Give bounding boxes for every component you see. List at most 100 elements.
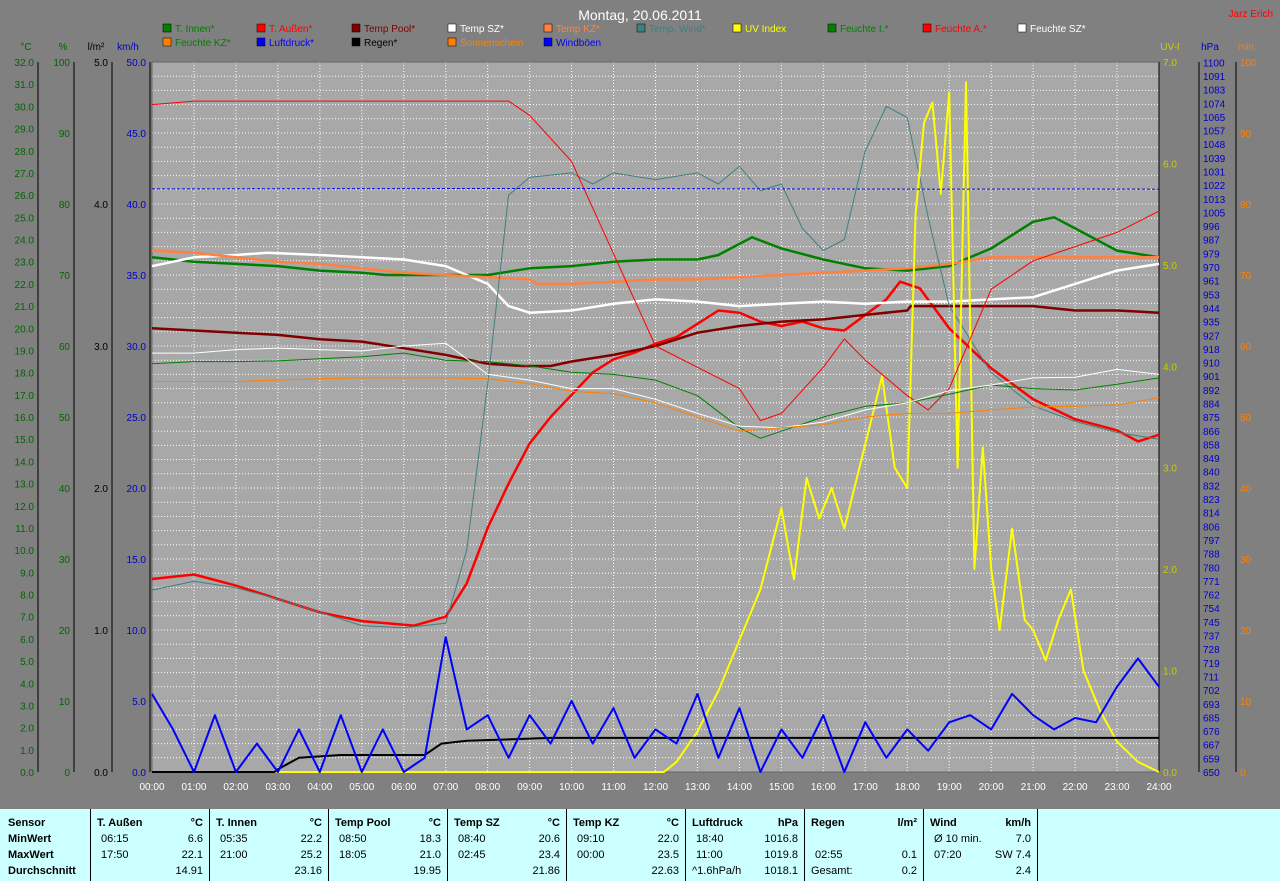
author-label: Jarz Erich <box>1229 9 1273 20</box>
axis-tick-temp: 7.0 <box>20 613 34 624</box>
axis-tick-press: 1074 <box>1203 99 1226 110</box>
stats-cell: 18:05 <box>339 849 367 861</box>
legend-label: Feuchte KZ* <box>175 38 231 49</box>
axis-tick-press: 659 <box>1203 754 1220 765</box>
axis-tick-sun: 90 <box>1240 129 1252 140</box>
axis-tick-press: 866 <box>1203 427 1220 438</box>
axis-tick-press: 1031 <box>1203 167 1226 178</box>
axis-tick-hum: 0 <box>64 768 70 779</box>
legend-label: Windböen <box>556 38 601 49</box>
x-tick-label: 20:00 <box>979 782 1004 793</box>
stats-cell: 20.6 <box>538 833 560 845</box>
axis-tick-rain: 0.0 <box>94 768 108 779</box>
stats-cell: °C <box>309 817 322 829</box>
axis-tick-uv: 2.0 <box>1163 565 1177 576</box>
stats-cell: 1018.1 <box>764 865 798 877</box>
x-tick-label: 03:00 <box>265 782 290 793</box>
axis-tick-press: 892 <box>1203 386 1220 397</box>
stats-cell: SW 7.4 <box>994 849 1031 861</box>
axis-tick-temp: 9.0 <box>20 568 34 579</box>
x-tick-label: 22:00 <box>1063 782 1088 793</box>
axis-tick-press: 875 <box>1203 413 1220 424</box>
axis-tick-rain: 5.0 <box>94 58 108 69</box>
axis-tick-press: 823 <box>1203 495 1220 506</box>
axis-tick-wind: 20.0 <box>127 484 147 495</box>
axis-tick-press: 745 <box>1203 618 1220 629</box>
axis-tick-temp: 13.0 <box>15 480 35 491</box>
stats-cell: °C <box>666 817 679 829</box>
stats-cell: 23.5 <box>657 849 679 861</box>
legend-label: Feuchte I.* <box>840 24 888 35</box>
stats-cell: 6.6 <box>187 833 203 845</box>
legend-label: Sonnenschein <box>460 38 523 49</box>
stats-cell: 1016.8 <box>764 833 798 845</box>
stats-cell: l/m² <box>897 817 917 829</box>
axis-tick-temp: 11.0 <box>15 524 34 535</box>
axis-tick-temp: 28.0 <box>15 147 35 158</box>
axis-tick-temp: 24.0 <box>15 236 35 247</box>
stats-column: Luftdruck hPa 18:40 1016.8 11:00 1019.8 ^1.6hP… <box>686 809 805 881</box>
axis-tick-press: 1005 <box>1203 208 1226 219</box>
axis-tick-press: 944 <box>1203 304 1220 315</box>
x-tick-label: 06:00 <box>391 782 416 793</box>
stats-cell: 07:20 <box>934 849 962 861</box>
axis-tick-press: 780 <box>1203 563 1220 574</box>
axis-tick-temp: 4.0 <box>20 679 34 690</box>
x-tick-label: 14:00 <box>727 782 752 793</box>
axis-tick-press: 901 <box>1203 372 1220 383</box>
stats-cell: Wind <box>930 817 957 829</box>
stats-cell: 22.1 <box>181 849 203 861</box>
stats-row-label: Durchschnitt <box>8 865 76 877</box>
axis-tick-press: 979 <box>1203 249 1220 260</box>
stats-cell: 21.86 <box>532 865 560 877</box>
axis-tick-uv: 3.0 <box>1163 464 1177 475</box>
axis-tick-press: 728 <box>1203 645 1220 656</box>
stats-cell: 19.95 <box>413 865 441 877</box>
axis-tick-hum: 20 <box>59 626 71 637</box>
axis-tick-wind: 10.0 <box>127 626 147 637</box>
stats-cell: 08:50 <box>339 833 367 845</box>
x-tick-label: 02:00 <box>223 782 248 793</box>
stats-cell: 05:35 <box>220 833 248 845</box>
axis-tick-temp: 0.0 <box>20 768 34 779</box>
stats-cell: 06:15 <box>101 833 129 845</box>
axis-tick-temp: 12.0 <box>15 502 35 513</box>
x-tick-label: 00:00 <box>139 782 164 793</box>
x-tick-label: 09:00 <box>517 782 542 793</box>
stats-cell: °C <box>190 817 203 829</box>
legend-swatch <box>162 23 172 33</box>
stats-cell: hPa <box>777 817 798 829</box>
axis-tick-press: 693 <box>1203 700 1220 711</box>
legend-label: Feuchte SZ* <box>1030 24 1086 35</box>
x-tick-label: 15:00 <box>769 782 794 793</box>
stats-cell: 18.3 <box>419 833 441 845</box>
axis-tick-temp: 18.0 <box>15 369 35 380</box>
stats-cell: km/h <box>1005 817 1031 829</box>
stats-cell: 22.2 <box>300 833 322 845</box>
stats-column: Temp SZ °C 08:40 20.6 02:45 23.4 21.86 <box>448 809 567 881</box>
axis-tick-press: 970 <box>1203 263 1220 274</box>
axis-tick-wind: 45.0 <box>127 129 147 140</box>
legend-swatch <box>162 37 172 47</box>
x-tick-label: 05:00 <box>349 782 374 793</box>
stats-column: T. Innen °C 05:35 22.2 21:00 25.2 23.16 <box>210 809 329 881</box>
stats-cell: Ø 10 min. <box>934 833 982 845</box>
x-tick-label: 01:00 <box>181 782 206 793</box>
axis-tick-press: 935 <box>1203 318 1220 329</box>
axis-tick-press: 685 <box>1203 713 1220 724</box>
axis-tick-sun: 80 <box>1240 200 1252 211</box>
axis-tick-temp: 25.0 <box>15 213 35 224</box>
x-tick-label: 10:00 <box>559 782 584 793</box>
axis-tick-press: 918 <box>1203 345 1220 356</box>
legend-label: Feuchte A.* <box>935 24 987 35</box>
axis-tick-temp: 30.0 <box>15 102 35 113</box>
axis-tick-uv: 1.0 <box>1163 667 1177 678</box>
axis-tick-press: 1083 <box>1203 86 1226 97</box>
x-tick-label: 12:00 <box>643 782 668 793</box>
stats-row-labels: Sensor MinWert MaxWert Durchschnitt <box>0 809 91 881</box>
stats-cell: 17:50 <box>101 849 129 861</box>
axis-tick-press: 806 <box>1203 522 1220 533</box>
axis-tick-press: 1091 <box>1203 72 1226 83</box>
x-tick-label: 19:00 <box>937 782 962 793</box>
axis-tick-press: 737 <box>1203 632 1220 643</box>
